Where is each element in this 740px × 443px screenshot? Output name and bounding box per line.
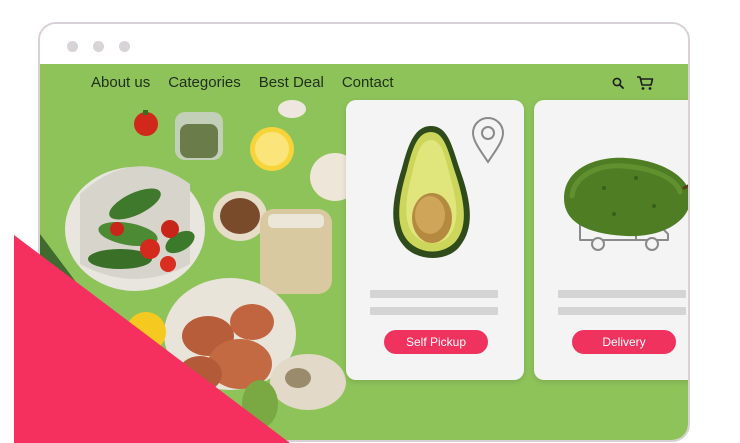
window-dot-maximize[interactable]	[119, 41, 130, 52]
window-dot-minimize[interactable]	[93, 41, 104, 52]
browser-titlebar	[40, 24, 688, 64]
self-pickup-card[interactable]: Self Pickup	[346, 100, 524, 380]
whole-avocado-image	[564, 157, 688, 237]
main-nav: About us Categories Best Deal Contact	[91, 74, 394, 91]
nav-icons	[612, 75, 654, 91]
nav-item-contact[interactable]: Contact	[342, 74, 394, 91]
nav-item-about-us[interactable]: About us	[91, 74, 150, 91]
browser-window: About us Categories Best Deal Contact Se…	[38, 22, 690, 442]
window-dot-close[interactable]	[67, 41, 78, 52]
cart-icon[interactable]	[636, 75, 654, 91]
search-icon[interactable]	[612, 77, 624, 89]
text-placeholder-line	[370, 290, 498, 298]
delivery-card[interactable]: Delivery	[534, 100, 688, 380]
text-placeholder-line	[558, 290, 686, 298]
nav-item-best-deal[interactable]: Best Deal	[259, 74, 324, 91]
page-viewport: About us Categories Best Deal Contact Se…	[40, 64, 688, 440]
text-placeholder-line	[370, 307, 498, 315]
text-placeholder-line	[558, 307, 686, 315]
nav-item-categories[interactable]: Categories	[168, 74, 241, 91]
delivery-button[interactable]: Delivery	[572, 330, 676, 354]
self-pickup-button[interactable]: Self Pickup	[384, 330, 488, 354]
location-pin-icon	[471, 117, 505, 164]
grocery-photo	[40, 100, 360, 428]
avocado-half-image	[393, 126, 470, 258]
